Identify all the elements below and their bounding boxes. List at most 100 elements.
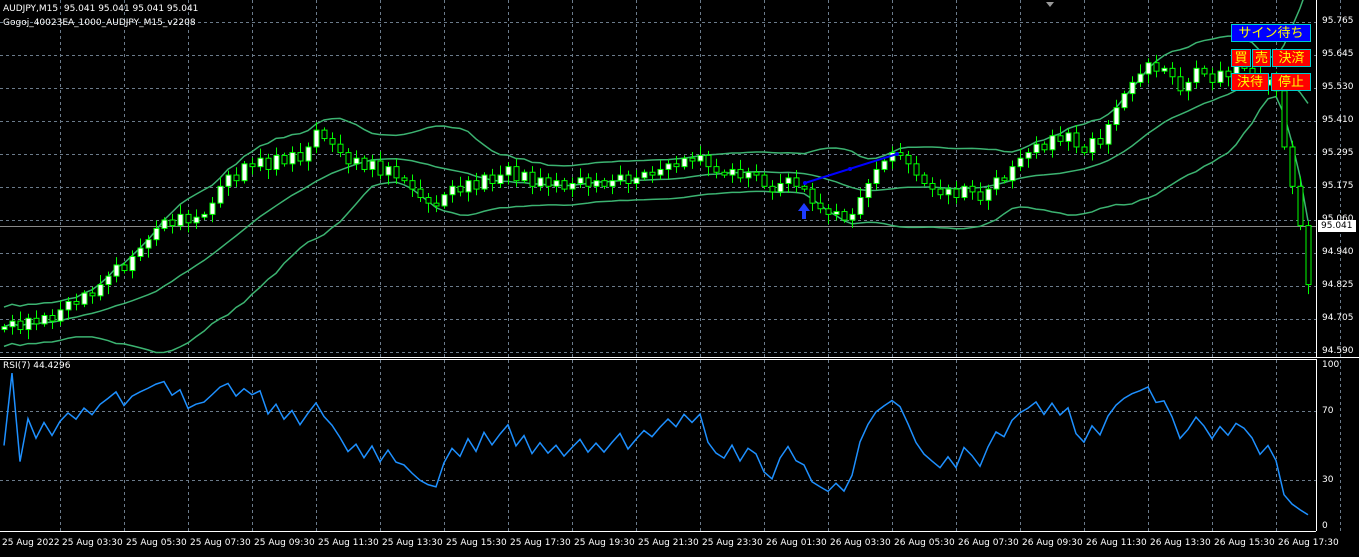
candle bbox=[1129, 81, 1136, 95]
candle bbox=[129, 256, 136, 272]
candle bbox=[457, 185, 464, 193]
time-axis-label: 25 Aug 2022 bbox=[2, 538, 60, 548]
candle bbox=[777, 182, 784, 193]
candle bbox=[553, 180, 560, 187]
rsi-axis-label: 30 bbox=[1322, 475, 1334, 485]
price-axis-label: 95.765 bbox=[1322, 16, 1354, 26]
candle bbox=[761, 174, 768, 187]
candle bbox=[1001, 177, 1008, 182]
candle bbox=[1185, 81, 1192, 92]
candle bbox=[689, 157, 696, 162]
time-axis-label: 26 Aug 03:30 bbox=[830, 538, 891, 548]
time-axis-label: 26 Aug 01:30 bbox=[766, 538, 827, 548]
candle bbox=[321, 129, 328, 140]
candle bbox=[857, 197, 864, 215]
candle bbox=[953, 188, 960, 199]
candle bbox=[249, 163, 256, 168]
candle bbox=[577, 177, 584, 184]
candle bbox=[161, 219, 168, 229]
candle bbox=[1161, 67, 1168, 72]
candle bbox=[729, 168, 736, 176]
stop-button[interactable]: 停止 bbox=[1271, 73, 1311, 91]
settle-button[interactable]: 決済 bbox=[1272, 49, 1311, 67]
buy-button[interactable]: 買 bbox=[1231, 49, 1251, 67]
candle bbox=[1025, 152, 1032, 159]
candle bbox=[297, 152, 304, 162]
candle bbox=[1281, 90, 1288, 148]
candle bbox=[385, 166, 392, 176]
price-axis-label: 94.825 bbox=[1322, 280, 1354, 290]
trendline-anchor[interactable] bbox=[803, 181, 807, 185]
sell-button[interactable]: 売 bbox=[1252, 49, 1271, 67]
trendline-midpoint[interactable] bbox=[848, 167, 852, 171]
candle bbox=[1137, 73, 1144, 83]
candle bbox=[209, 202, 216, 215]
candle bbox=[737, 168, 744, 179]
candle bbox=[873, 168, 880, 184]
candle bbox=[849, 213, 856, 221]
rsi-label: RSI(7) 44.4296 bbox=[3, 361, 71, 371]
candle bbox=[33, 317, 40, 325]
candle bbox=[145, 239, 152, 249]
candle bbox=[1305, 225, 1312, 286]
candle bbox=[289, 152, 296, 165]
candle bbox=[369, 160, 376, 170]
candle bbox=[49, 314, 56, 322]
price-axis-label: 95.295 bbox=[1322, 148, 1354, 158]
time-axis-label: 26 Aug 15:30 bbox=[1214, 538, 1275, 548]
candle bbox=[529, 171, 536, 187]
candle bbox=[337, 143, 344, 154]
trendline-anchor[interactable] bbox=[895, 152, 899, 156]
candle bbox=[913, 163, 920, 176]
candle bbox=[505, 166, 512, 176]
candle bbox=[1049, 135, 1056, 151]
candle bbox=[449, 185, 456, 196]
candle bbox=[401, 177, 408, 182]
candle bbox=[1041, 143, 1048, 151]
time-axis-label: 26 Aug 07:30 bbox=[958, 538, 1019, 548]
candle bbox=[217, 185, 224, 204]
candle bbox=[241, 163, 248, 182]
time-axis-label: 25 Aug 23:30 bbox=[702, 538, 763, 548]
candle bbox=[793, 177, 800, 187]
candle bbox=[985, 188, 992, 201]
price-axis-label: 94.940 bbox=[1322, 247, 1354, 257]
time-axis-label: 25 Aug 03:30 bbox=[62, 538, 123, 548]
signal-wait-button[interactable]: サイン待ち bbox=[1231, 24, 1311, 42]
candle bbox=[73, 300, 80, 305]
symbol-info: AUDJPY,M15 95.041 95.041 95.041 95.041 bbox=[3, 4, 199, 14]
candle bbox=[513, 166, 520, 182]
time-axis-label: 25 Aug 17:30 bbox=[510, 538, 571, 548]
current-price-label: 95.041 bbox=[1318, 220, 1356, 232]
candle bbox=[641, 171, 648, 179]
candle bbox=[1145, 62, 1152, 75]
candle bbox=[257, 157, 264, 168]
candle bbox=[593, 180, 600, 187]
candle bbox=[81, 292, 88, 305]
candle bbox=[1289, 146, 1296, 187]
candle bbox=[801, 185, 808, 190]
candle bbox=[185, 213, 192, 224]
candle bbox=[441, 194, 448, 207]
candle bbox=[345, 152, 352, 165]
candle bbox=[417, 188, 424, 199]
price-chart[interactable] bbox=[0, 0, 1359, 557]
candle bbox=[353, 157, 360, 165]
settle-wait-button[interactable]: 決待 bbox=[1231, 73, 1269, 91]
candle bbox=[817, 202, 824, 210]
candle bbox=[745, 171, 752, 179]
candle bbox=[17, 320, 24, 331]
candle bbox=[425, 197, 432, 204]
candle bbox=[1201, 67, 1208, 75]
bollinger-bands bbox=[3, 0, 1309, 354]
candle bbox=[393, 166, 400, 179]
price-axis-label: 94.705 bbox=[1322, 313, 1354, 323]
candle bbox=[473, 180, 480, 190]
candle bbox=[105, 275, 112, 286]
candle bbox=[225, 174, 232, 187]
candle bbox=[681, 157, 688, 168]
candle bbox=[169, 219, 176, 227]
candle bbox=[969, 185, 976, 193]
rsi-axis-label: 70 bbox=[1322, 406, 1334, 416]
candle bbox=[97, 284, 104, 297]
